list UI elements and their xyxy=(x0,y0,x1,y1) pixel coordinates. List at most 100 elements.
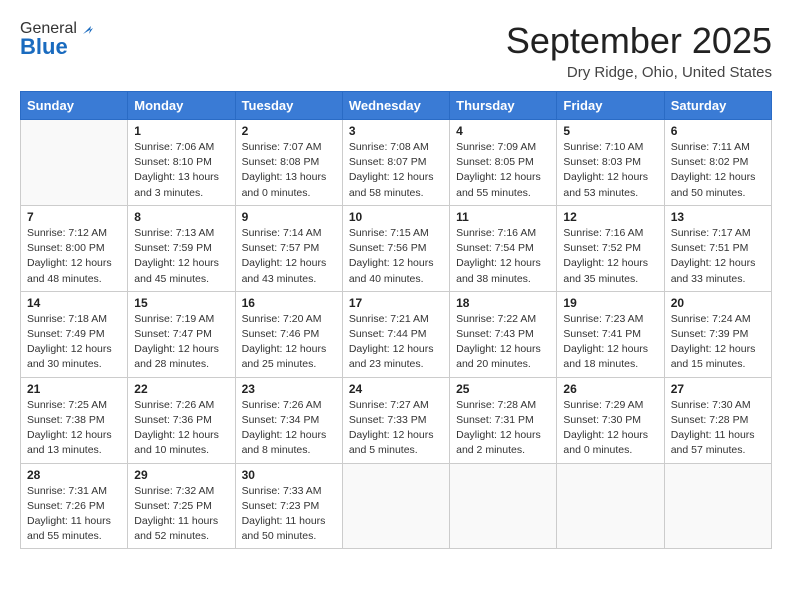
day-cell: 11 Sunrise: 7:16 AM Sunset: 7:54 PM Dayli… xyxy=(450,205,557,291)
day-number: 4 xyxy=(456,124,550,138)
calendar-table: SundayMondayTuesdayWednesdayThursdayFrid… xyxy=(20,91,772,549)
day-cell: 22 Sunrise: 7:26 AM Sunset: 7:36 PM Dayli… xyxy=(128,377,235,463)
day-info: Sunrise: 7:21 AM Sunset: 7:44 PM Dayligh… xyxy=(349,312,443,373)
day-number: 5 xyxy=(563,124,657,138)
weekday-header-wednesday: Wednesday xyxy=(342,92,449,120)
day-info: Sunrise: 7:19 AM Sunset: 7:47 PM Dayligh… xyxy=(134,312,228,373)
day-cell: 28Sunrise: 7:31 AM Sunset: 7:26 PM Dayli… xyxy=(21,463,128,549)
page-header: General Blue September 2025 Dry Ridge, O… xyxy=(20,20,772,81)
day-info: Sunrise: 7:09 AM Sunset: 8:05 PM Dayligh… xyxy=(456,140,550,201)
day-info: Sunrise: 7:31 AM Sunset: 7:26 PM Dayligh… xyxy=(27,484,121,545)
day-number: 22 xyxy=(134,382,228,396)
day-number: 24 xyxy=(349,382,443,396)
day-info: Sunrise: 7:18 AM Sunset: 7:49 PM Dayligh… xyxy=(27,312,121,373)
weekday-header-row: SundayMondayTuesdayWednesdayThursdayFrid… xyxy=(21,92,772,120)
week-row-1: 1 Sunrise: 7:06 AM Sunset: 8:10 PM Daylig… xyxy=(21,120,772,206)
weekday-header-thursday: Thursday xyxy=(450,92,557,120)
day-number: 10 xyxy=(349,210,443,224)
day-cell: 8 Sunrise: 7:13 AM Sunset: 7:59 PM Daylig… xyxy=(128,205,235,291)
day-info: Sunrise: 7:27 AM Sunset: 7:33 PM Dayligh… xyxy=(349,398,443,459)
day-number: 30 xyxy=(242,468,336,482)
month-title: September 2025 xyxy=(506,20,772,62)
day-number: 1 xyxy=(134,124,228,138)
week-row-3: 14 Sunrise: 7:18 AM Sunset: 7:49 PM Dayli… xyxy=(21,291,772,377)
day-info: Sunrise: 7:20 AM Sunset: 7:46 PM Dayligh… xyxy=(242,312,336,373)
day-number: 18 xyxy=(456,296,550,310)
logo-blue-text: Blue xyxy=(20,34,68,60)
day-number: 11 xyxy=(456,210,550,224)
day-number: 19 xyxy=(563,296,657,310)
day-number: 15 xyxy=(134,296,228,310)
day-cell: 30 Sunrise: 7:33 AM Sunset: 7:23 PM Dayli… xyxy=(235,463,342,549)
day-info: Sunrise: 7:12 AM Sunset: 8:00 PM Dayligh… xyxy=(27,226,121,287)
day-info: Sunrise: 7:14 AM Sunset: 7:57 PM Dayligh… xyxy=(242,226,336,287)
day-cell: 26Sunrise: 7:29 AM Sunset: 7:30 PM Dayli… xyxy=(557,377,664,463)
day-number: 25 xyxy=(456,382,550,396)
day-info: Sunrise: 7:29 AM Sunset: 7:30 PM Dayligh… xyxy=(563,398,657,459)
day-cell: 24 Sunrise: 7:27 AM Sunset: 7:33 PM Dayli… xyxy=(342,377,449,463)
day-cell: 12Sunrise: 7:16 AM Sunset: 7:52 PM Dayli… xyxy=(557,205,664,291)
week-row-2: 7 Sunrise: 7:12 AM Sunset: 8:00 PM Daylig… xyxy=(21,205,772,291)
day-info: Sunrise: 7:15 AM Sunset: 7:56 PM Dayligh… xyxy=(349,226,443,287)
day-info: Sunrise: 7:33 AM Sunset: 7:23 PM Dayligh… xyxy=(242,484,336,545)
weekday-header-sunday: Sunday xyxy=(21,92,128,120)
day-info: Sunrise: 7:10 AM Sunset: 8:03 PM Dayligh… xyxy=(563,140,657,201)
day-number: 29 xyxy=(134,468,228,482)
day-cell: 7 Sunrise: 7:12 AM Sunset: 8:00 PM Daylig… xyxy=(21,205,128,291)
day-number: 9 xyxy=(242,210,336,224)
day-cell xyxy=(21,120,128,206)
day-info: Sunrise: 7:17 AM Sunset: 7:51 PM Dayligh… xyxy=(671,226,765,287)
day-info: Sunrise: 7:13 AM Sunset: 7:59 PM Dayligh… xyxy=(134,226,228,287)
day-cell: 2Sunrise: 7:07 AM Sunset: 8:08 PM Daylig… xyxy=(235,120,342,206)
title-block: September 2025 Dry Ridge, Ohio, United S… xyxy=(506,20,772,81)
day-cell: 19Sunrise: 7:23 AM Sunset: 7:41 PM Dayli… xyxy=(557,291,664,377)
day-number: 17 xyxy=(349,296,443,310)
day-cell xyxy=(557,463,664,549)
day-info: Sunrise: 7:06 AM Sunset: 8:10 PM Dayligh… xyxy=(134,140,228,201)
day-info: Sunrise: 7:26 AM Sunset: 7:36 PM Dayligh… xyxy=(134,398,228,459)
day-cell xyxy=(450,463,557,549)
day-info: Sunrise: 7:16 AM Sunset: 7:52 PM Dayligh… xyxy=(563,226,657,287)
day-number: 27 xyxy=(671,382,765,396)
day-cell xyxy=(342,463,449,549)
day-number: 14 xyxy=(27,296,121,310)
day-number: 7 xyxy=(27,210,121,224)
day-cell: 20Sunrise: 7:24 AM Sunset: 7:39 PM Dayli… xyxy=(664,291,771,377)
day-cell: 13 Sunrise: 7:17 AM Sunset: 7:51 PM Dayli… xyxy=(664,205,771,291)
weekday-header-monday: Monday xyxy=(128,92,235,120)
day-cell: 10 Sunrise: 7:15 AM Sunset: 7:56 PM Dayli… xyxy=(342,205,449,291)
day-cell: 23 Sunrise: 7:26 AM Sunset: 7:34 PM Dayli… xyxy=(235,377,342,463)
day-cell: 4 Sunrise: 7:09 AM Sunset: 8:05 PM Daylig… xyxy=(450,120,557,206)
day-number: 23 xyxy=(242,382,336,396)
day-info: Sunrise: 7:16 AM Sunset: 7:54 PM Dayligh… xyxy=(456,226,550,287)
weekday-header-saturday: Saturday xyxy=(664,92,771,120)
day-cell: 18 Sunrise: 7:22 AM Sunset: 7:43 PM Dayli… xyxy=(450,291,557,377)
day-info: Sunrise: 7:08 AM Sunset: 8:07 PM Dayligh… xyxy=(349,140,443,201)
logo-bird-icon xyxy=(79,20,97,38)
day-cell: 17 Sunrise: 7:21 AM Sunset: 7:44 PM Dayli… xyxy=(342,291,449,377)
day-cell: 9 Sunrise: 7:14 AM Sunset: 7:57 PM Daylig… xyxy=(235,205,342,291)
day-info: Sunrise: 7:28 AM Sunset: 7:31 PM Dayligh… xyxy=(456,398,550,459)
week-row-5: 28Sunrise: 7:31 AM Sunset: 7:26 PM Dayli… xyxy=(21,463,772,549)
day-info: Sunrise: 7:26 AM Sunset: 7:34 PM Dayligh… xyxy=(242,398,336,459)
day-number: 2 xyxy=(242,124,336,138)
day-cell: 27 Sunrise: 7:30 AM Sunset: 7:28 PM Dayli… xyxy=(664,377,771,463)
day-number: 13 xyxy=(671,210,765,224)
day-info: Sunrise: 7:30 AM Sunset: 7:28 PM Dayligh… xyxy=(671,398,765,459)
week-row-4: 21Sunrise: 7:25 AM Sunset: 7:38 PM Dayli… xyxy=(21,377,772,463)
day-info: Sunrise: 7:22 AM Sunset: 7:43 PM Dayligh… xyxy=(456,312,550,373)
day-number: 8 xyxy=(134,210,228,224)
day-number: 20 xyxy=(671,296,765,310)
day-cell: 29 Sunrise: 7:32 AM Sunset: 7:25 PM Dayli… xyxy=(128,463,235,549)
weekday-header-friday: Friday xyxy=(557,92,664,120)
day-cell: 16 Sunrise: 7:20 AM Sunset: 7:46 PM Dayli… xyxy=(235,291,342,377)
day-info: Sunrise: 7:32 AM Sunset: 7:25 PM Dayligh… xyxy=(134,484,228,545)
day-number: 6 xyxy=(671,124,765,138)
day-cell: 15 Sunrise: 7:19 AM Sunset: 7:47 PM Dayli… xyxy=(128,291,235,377)
location-text: Dry Ridge, Ohio, United States xyxy=(506,64,772,81)
logo: General Blue xyxy=(20,20,98,60)
day-cell: 5 Sunrise: 7:10 AM Sunset: 8:03 PM Daylig… xyxy=(557,120,664,206)
day-number: 16 xyxy=(242,296,336,310)
day-cell: 14 Sunrise: 7:18 AM Sunset: 7:49 PM Dayli… xyxy=(21,291,128,377)
day-cell: 1 Sunrise: 7:06 AM Sunset: 8:10 PM Daylig… xyxy=(128,120,235,206)
